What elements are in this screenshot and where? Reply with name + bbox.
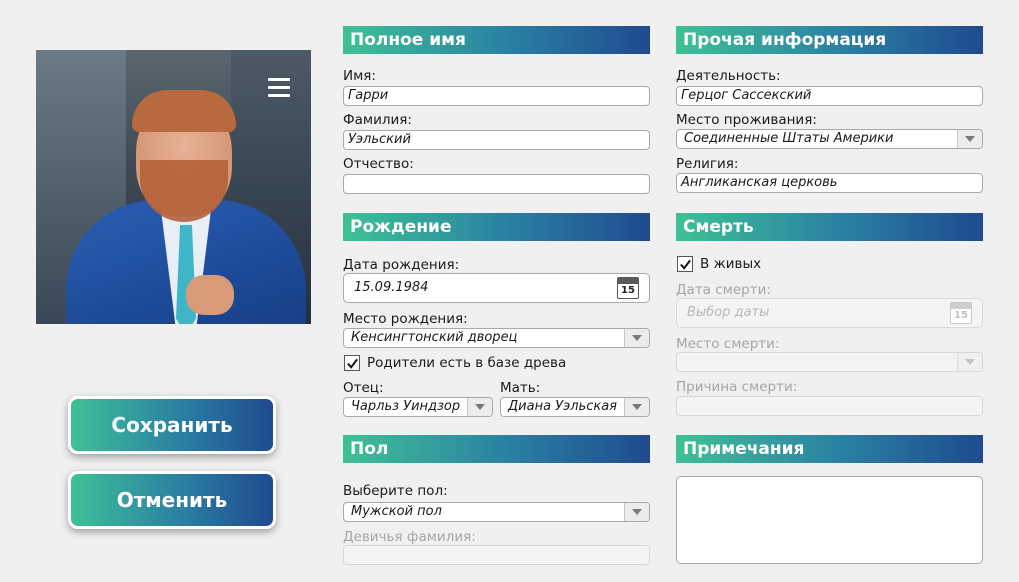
chevron-down-icon[interactable]: [957, 353, 982, 371]
residence-select[interactable]: Соединенные Штаты Америки: [676, 129, 983, 149]
father-label: Отец:: [343, 380, 384, 396]
menu-icon[interactable]: [268, 78, 290, 97]
death-date-picker[interactable]: Выбор даты 15: [676, 298, 983, 328]
gender-value: Мужской пол: [351, 504, 442, 519]
death-cause-label: Причина смерти:: [676, 379, 798, 395]
death-place-label: Место смерти:: [676, 336, 780, 352]
birth-date-value: 15.09.1984: [354, 280, 429, 295]
checkmark-icon: [679, 259, 691, 270]
chevron-down-icon[interactable]: [467, 398, 492, 416]
section-birth: Рождение: [343, 213, 650, 241]
checkmark-icon: [346, 358, 358, 369]
death-place-select[interactable]: [676, 352, 983, 372]
death-date-placeholder: Выбор даты: [687, 305, 770, 320]
calendar-icon[interactable]: 15: [617, 277, 639, 299]
occupation-input[interactable]: Герцог Сассекский: [676, 86, 983, 106]
calendar-icon[interactable]: 15: [950, 302, 972, 324]
section-other-info: Прочая информация: [676, 26, 983, 54]
residence-value: Соединенные Штаты Америки: [684, 131, 894, 146]
last-name-input[interactable]: Уэльский: [343, 130, 650, 150]
cancel-button[interactable]: Отменить: [68, 471, 276, 529]
patronymic-input[interactable]: [343, 174, 650, 194]
mother-value: Диана Уэльская: [508, 399, 617, 414]
birth-place-label: Место рождения:: [343, 311, 468, 327]
notes-textarea[interactable]: [676, 476, 983, 564]
alive-checkbox[interactable]: [677, 256, 693, 272]
father-select[interactable]: Чарльз Уиндзор: [343, 397, 493, 417]
residence-label: Место проживания:: [676, 112, 817, 128]
section-notes: Примечания: [676, 435, 983, 463]
chevron-down-icon[interactable]: [624, 503, 649, 521]
save-button[interactable]: Сохранить: [68, 396, 276, 454]
birth-place-select[interactable]: Кенсингтонский дворец: [343, 328, 650, 348]
gender-select[interactable]: Мужской пол: [343, 502, 650, 522]
first-name-label: Имя:: [343, 68, 376, 84]
religion-label: Религия:: [676, 156, 739, 172]
chevron-down-icon[interactable]: [624, 398, 649, 416]
religion-input[interactable]: Англиканская церковь: [676, 173, 983, 193]
father-value: Чарльз Уиндзор: [351, 399, 461, 414]
occupation-label: Деятельность:: [676, 68, 781, 84]
first-name-input[interactable]: Гарри: [343, 86, 650, 106]
alive-checkbox-label: В живых: [700, 256, 762, 272]
section-death: Смерть: [676, 213, 983, 241]
gender-label: Выберите пол:: [343, 483, 448, 499]
maiden-name-label: Девичья фамилия:: [343, 529, 476, 545]
death-date-label: Дата смерти:: [676, 282, 771, 298]
mother-label: Мать:: [500, 380, 541, 396]
birth-place-value: Кенсингтонский дворец: [351, 330, 518, 345]
last-name-label: Фамилия:: [343, 112, 412, 128]
mother-select[interactable]: Диана Уэльская: [500, 397, 650, 417]
death-cause-input[interactable]: [676, 396, 983, 416]
birth-date-label: Дата рождения:: [343, 257, 460, 273]
parents-checkbox-label: Родители есть в базе древа: [367, 355, 567, 371]
maiden-name-input[interactable]: [343, 545, 650, 565]
chevron-down-icon[interactable]: [624, 329, 649, 347]
section-gender: Пол: [343, 435, 650, 463]
birth-date-picker[interactable]: 15.09.1984 15: [343, 273, 650, 303]
parents-checkbox[interactable]: [344, 355, 360, 371]
section-full-name: Полное имя: [343, 26, 650, 54]
patronymic-label: Отчество:: [343, 156, 414, 172]
chevron-down-icon[interactable]: [957, 130, 982, 148]
person-photo: [36, 50, 311, 324]
